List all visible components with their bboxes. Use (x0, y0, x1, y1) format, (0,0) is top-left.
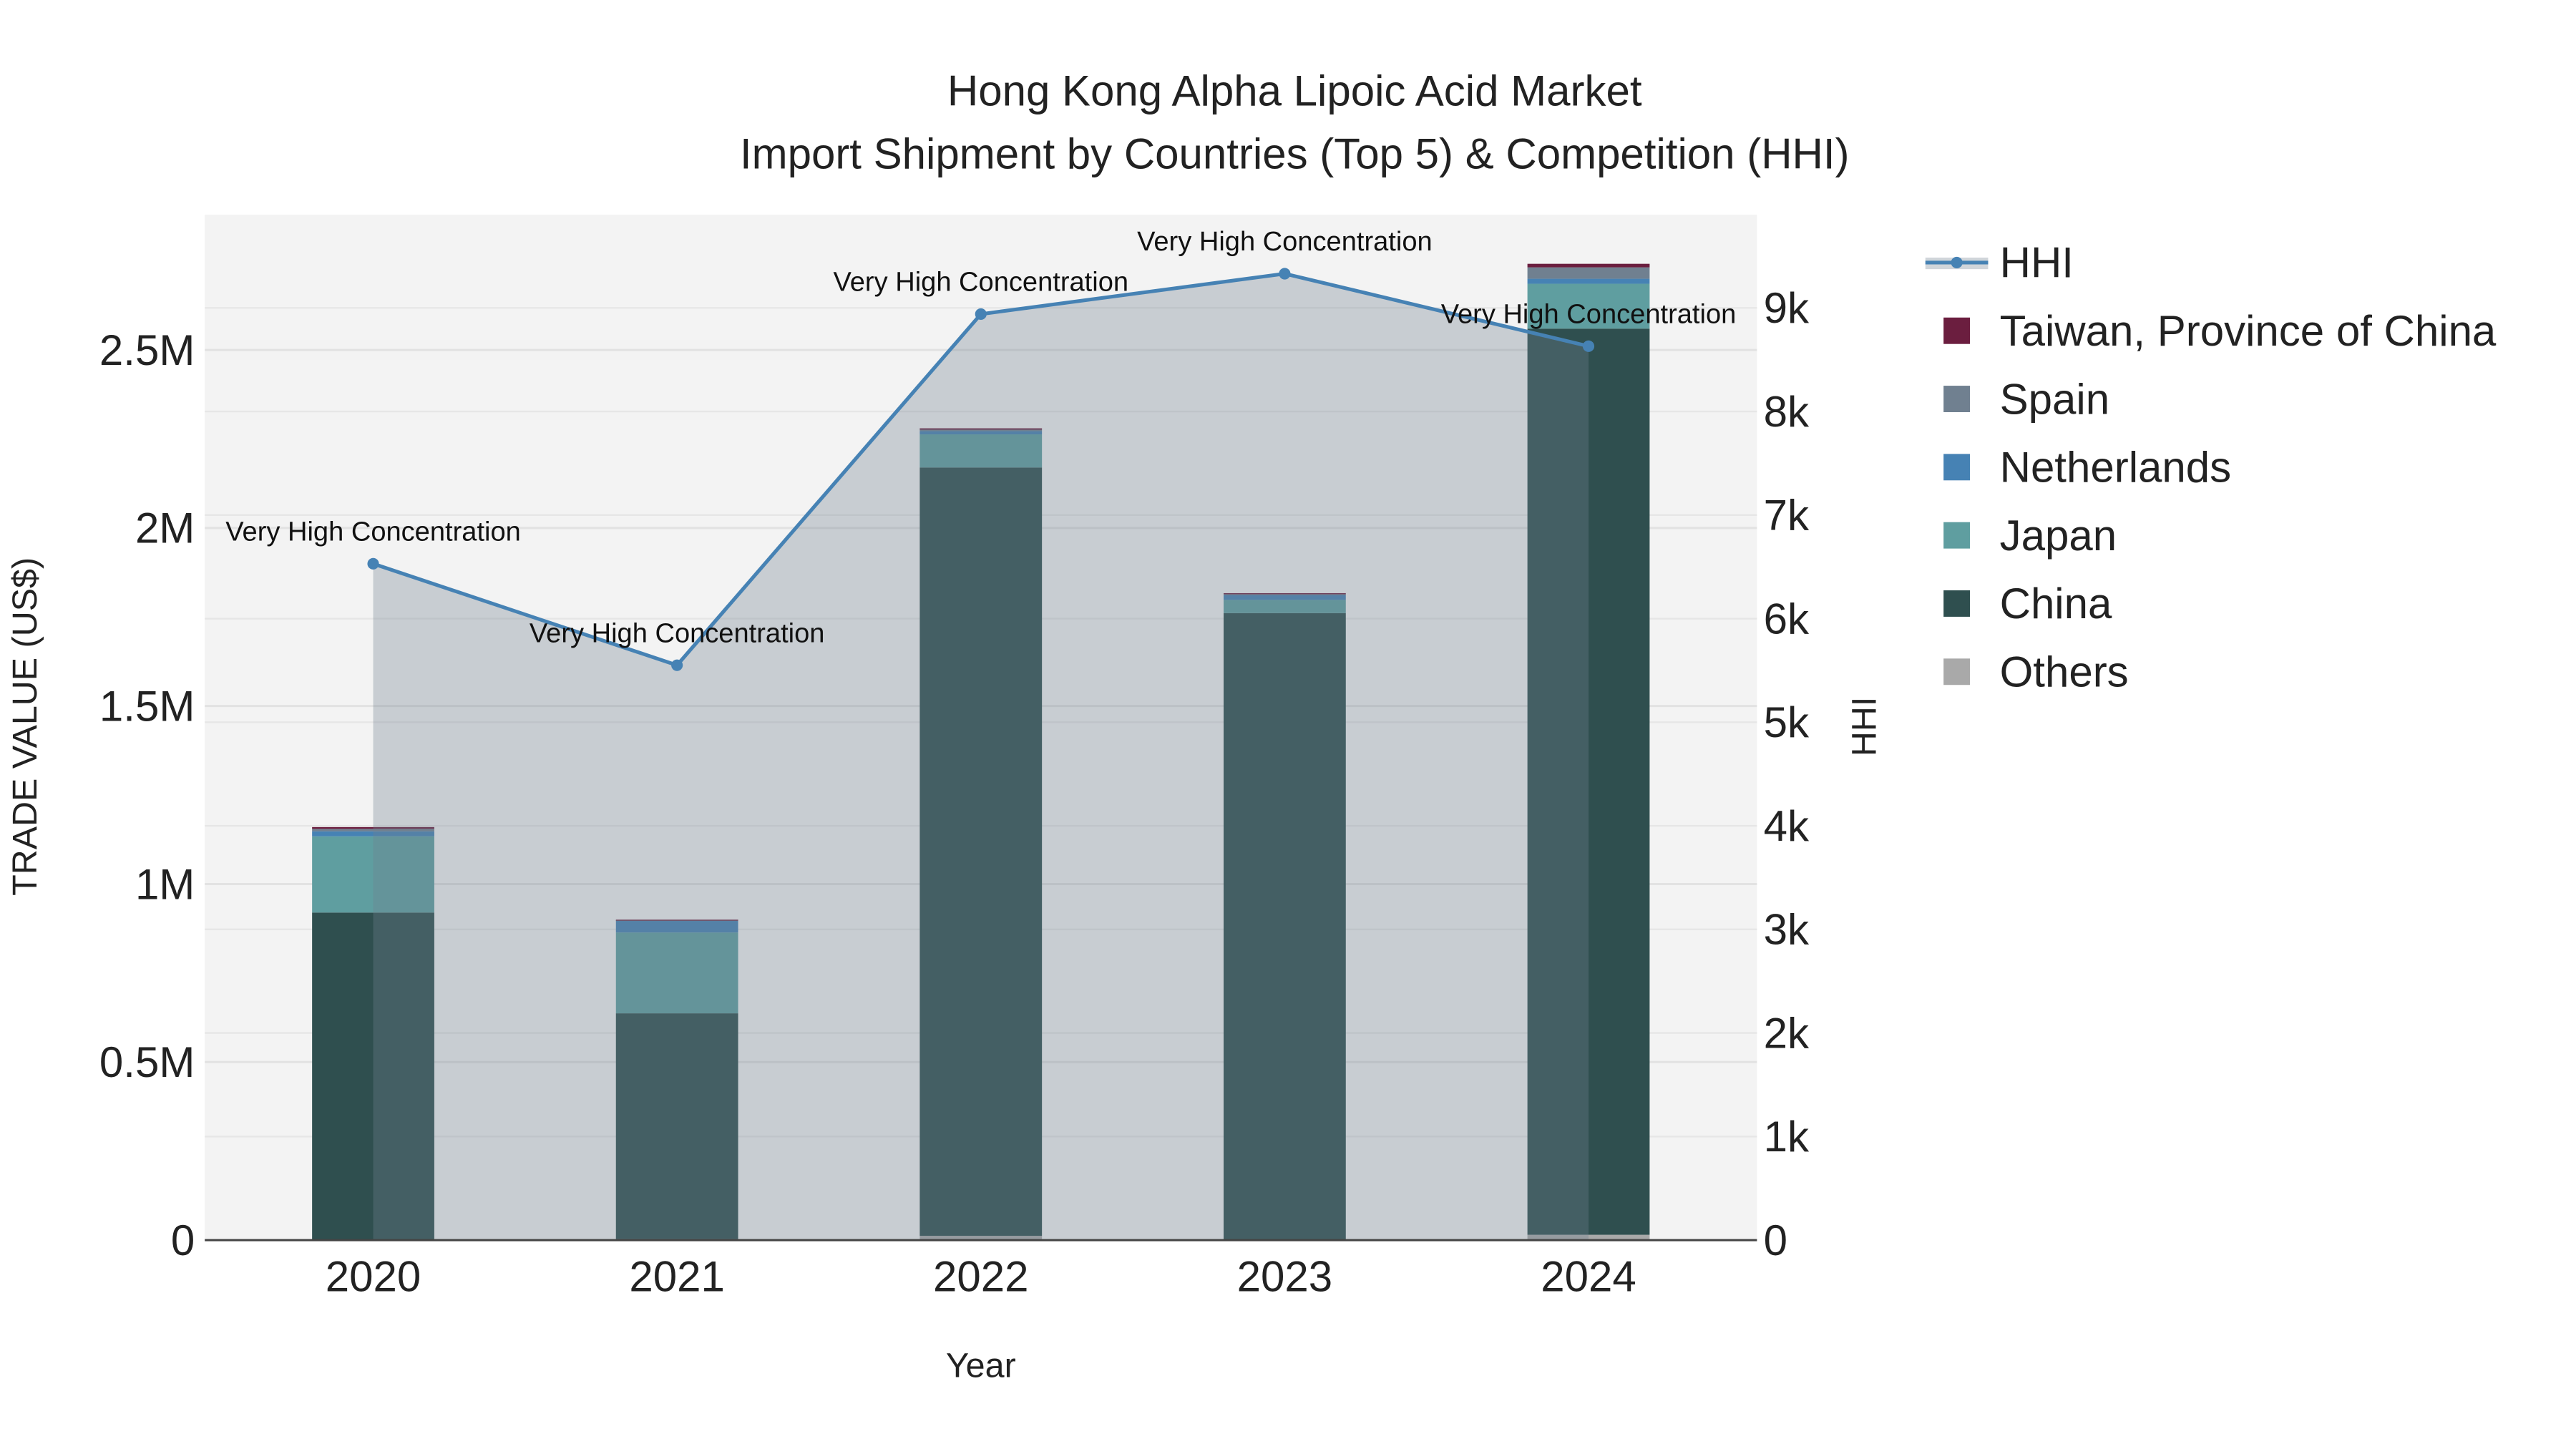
hhi-marker-2022 (975, 308, 987, 321)
x-tick-label: 2023 (1237, 1253, 1332, 1301)
y-tick-label: 1M (135, 860, 195, 908)
x-axis-ticks: 2020 2021 2022 2023 2024 (326, 1253, 1636, 1301)
y2-tick-label: 5k (1764, 698, 1810, 746)
y2-tick-label: 0 (1764, 1216, 1787, 1264)
bar-netherlands-2024 (1527, 278, 1650, 284)
y-tick-label: 0 (171, 1216, 195, 1264)
legend-swatch (1943, 386, 1971, 412)
y2-tick-label: 8k (1764, 388, 1810, 436)
chart-title: Hong Kong Alpha Lipoic Acid Market (947, 67, 1642, 115)
legend: HHI Taiwan, Province of China Spain Netherl… (1925, 239, 2497, 696)
bar-spain-2024 (1527, 267, 1650, 279)
legend-item-label: China (2000, 580, 2112, 628)
hhi-marker-2023 (1279, 268, 1291, 280)
y-tick-label: 0.5M (99, 1038, 195, 1086)
hhi-annotation: Very High Concentration (1441, 300, 1737, 330)
hhi-annotation: Very High Concentration (530, 618, 825, 648)
hhi-marker-2021 (671, 659, 683, 671)
x-tick-label: 2022 (933, 1253, 1028, 1301)
y-axis-ticks: 0 0.5M 1M 1.5M 2M 2.5M (99, 326, 195, 1264)
legend-item-label: Netherlands (2000, 444, 2232, 492)
chart: Hong Kong Alpha Lipoic Acid Market Impor… (6, 67, 2497, 1385)
y-tick-label: 2M (135, 504, 195, 552)
legend-item-label: Others (2000, 648, 2129, 696)
legend-swatch (1943, 590, 1971, 617)
hhi-annotation: Very High Concentration (225, 517, 521, 547)
y2-tick-label: 3k (1764, 906, 1810, 954)
y-tick-label: 1.5M (99, 682, 195, 730)
x-tick-label: 2021 (629, 1253, 724, 1301)
hhi-annotation: Very High Concentration (833, 268, 1128, 298)
legend-swatch (1943, 658, 1971, 686)
y2-tick-label: 2k (1764, 1009, 1810, 1057)
legend-swatch (1943, 522, 1971, 549)
legend-swatch (1943, 454, 1971, 481)
y2-tick-label: 9k (1764, 284, 1810, 332)
y2-tick-label: 7k (1764, 492, 1810, 540)
legend-swatch (1943, 317, 1971, 344)
y-tick-label: 2.5M (99, 326, 195, 374)
y2-tick-label: 1k (1764, 1113, 1810, 1161)
chart-subtitle: Import Shipment by Countries (Top 5) & C… (740, 130, 1850, 177)
y2-axis-ticks: 0 1k 2k 3k 4k 5k 6k 7k 8k 9k (1764, 284, 1810, 1264)
legend-item-label: HHI (2000, 239, 2074, 287)
x-tick-label: 2024 (1541, 1253, 1636, 1301)
bar-taiwan-province-of-china-2024 (1527, 263, 1650, 268)
y2-axis-label: HHI (1845, 697, 1884, 756)
y2-tick-label: 6k (1764, 595, 1810, 643)
hhi-marker-2020 (367, 557, 379, 570)
x-tick-label: 2020 (326, 1253, 421, 1301)
legend-item-label: Japan (2000, 512, 2117, 560)
y-axis-label: TRADE VALUE (US$) (6, 557, 44, 896)
y2-tick-label: 4k (1764, 802, 1810, 850)
legend-hhi-marker (1951, 256, 1963, 268)
legend-item-label: Spain (2000, 375, 2109, 423)
x-axis-label: Year (946, 1347, 1016, 1385)
hhi-annotation: Very High Concentration (1137, 227, 1433, 257)
legend-item-label: Taiwan, Province of China (2000, 307, 2497, 355)
hhi-marker-2024 (1582, 340, 1595, 352)
